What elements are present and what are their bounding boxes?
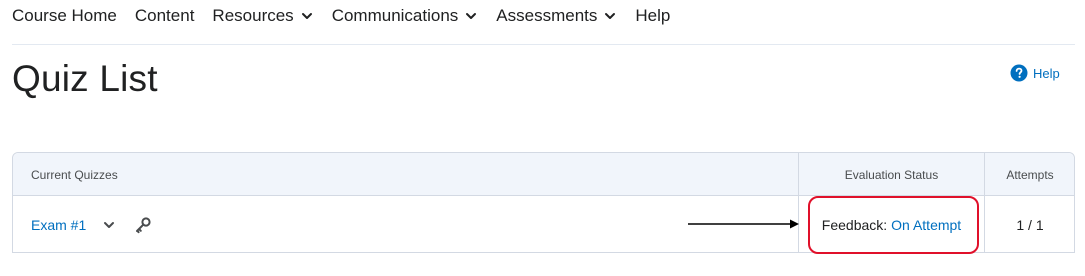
- annotation-highlight-box: [808, 196, 979, 254]
- column-header-attempts: Attempts: [984, 153, 1075, 196]
- nav-item-communications[interactable]: Communications: [320, 6, 485, 26]
- key-icon[interactable]: [134, 216, 152, 234]
- nav-item-label: Communications: [331, 6, 459, 25]
- nav-item-label: Course Home: [12, 6, 117, 25]
- column-header-current-quizzes: Current Quizzes: [31, 167, 118, 182]
- chevron-down-icon: [603, 9, 617, 23]
- table-header: Current Quizzes Evaluation Status Attemp…: [13, 153, 1074, 196]
- nav-item-label: Help: [635, 6, 671, 25]
- page-title: Quiz List: [12, 58, 158, 99]
- chevron-down-icon: [464, 9, 478, 23]
- nav-item-help[interactable]: Help: [623, 6, 676, 26]
- nav-divider: [12, 44, 1075, 45]
- question-circle-icon: [1010, 64, 1028, 82]
- help-link[interactable]: Help: [1010, 64, 1060, 82]
- nav-item-label: Content: [134, 6, 195, 25]
- nav-item-course-home[interactable]: Course Home: [0, 6, 123, 26]
- column-header-evaluation-status: Evaluation Status: [798, 153, 984, 196]
- quiz-link[interactable]: Exam #1: [31, 217, 86, 233]
- chevron-down-icon: [300, 9, 314, 23]
- nav-item-label: Resources: [212, 6, 294, 25]
- nav-item-assessments[interactable]: Assessments: [484, 6, 623, 26]
- help-link-label: Help: [1033, 65, 1060, 81]
- nav-item-label: Assessments: [496, 6, 598, 25]
- nav-item-resources[interactable]: Resources: [200, 6, 319, 26]
- attempts-cell: 1 / 1: [984, 196, 1075, 253]
- nav-item-content[interactable]: Content: [123, 6, 201, 26]
- quiz-name-cell: Exam #1: [13, 196, 798, 253]
- chevron-down-icon[interactable]: [102, 218, 116, 232]
- annotation-arrow: [688, 219, 799, 229]
- course-nav-bar: Course Home Content Resources Communicat…: [0, 0, 676, 32]
